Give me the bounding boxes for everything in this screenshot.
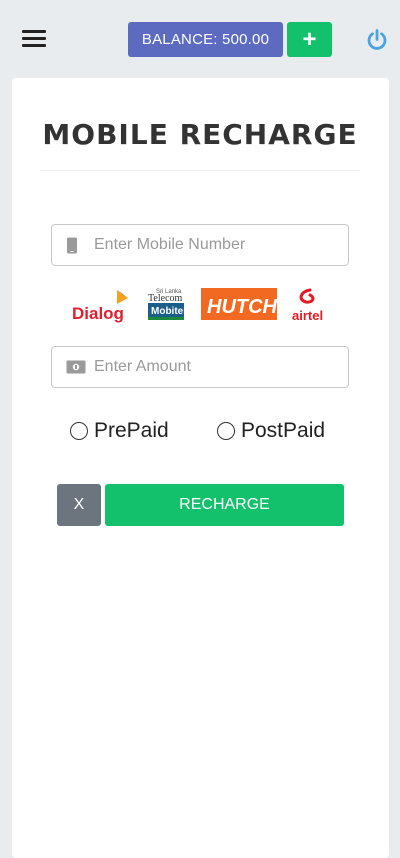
mobitel-logo[interactable]: Sri Lanka Telecom Mobitel — [146, 286, 188, 326]
operator-logos: Dialog Sri Lanka Telecom Mobitel HUTCH a… — [70, 286, 330, 326]
hutch-logo[interactable]: HUTCH — [201, 286, 277, 320]
add-balance-button[interactable]: + — [287, 22, 332, 57]
mobile-number-input[interactable] — [94, 225, 344, 265]
balance-button[interactable]: BALANCE: 500.00 — [128, 22, 283, 57]
top-bar: BALANCE: 500.00 + — [0, 0, 400, 78]
amount-input[interactable] — [94, 347, 344, 387]
cash-icon — [66, 360, 86, 379]
clear-button[interactable]: X — [57, 484, 101, 526]
power-icon[interactable] — [365, 28, 389, 52]
page-title: MOBILE RECHARGE — [42, 118, 358, 151]
svg-text:Mobitel: Mobitel — [151, 306, 186, 317]
recharge-card — [12, 78, 389, 858]
prepaid-option[interactable]: PrePaid — [70, 418, 169, 444]
amount-field[interactable] — [51, 346, 349, 388]
svg-text:Dialog: Dialog — [72, 304, 124, 323]
svg-text:Telecom: Telecom — [148, 293, 183, 304]
postpaid-radio[interactable] — [217, 422, 235, 440]
recharge-button[interactable]: RECHARGE — [105, 484, 344, 526]
title-divider — [40, 170, 360, 171]
postpaid-option[interactable]: PostPaid — [217, 418, 325, 444]
svg-text:HUTCH: HUTCH — [207, 296, 277, 318]
postpaid-label: PostPaid — [241, 419, 326, 442]
dialog-logo[interactable]: Dialog — [70, 286, 130, 326]
airtel-logo[interactable]: airtel — [290, 286, 330, 326]
svg-text:airtel: airtel — [292, 308, 323, 323]
hamburger-menu-icon[interactable] — [22, 28, 46, 48]
prepaid-radio[interactable] — [70, 422, 88, 440]
mobile-phone-icon — [66, 237, 78, 259]
prepaid-label: PrePaid — [94, 419, 169, 442]
mobile-number-field[interactable] — [51, 224, 349, 266]
